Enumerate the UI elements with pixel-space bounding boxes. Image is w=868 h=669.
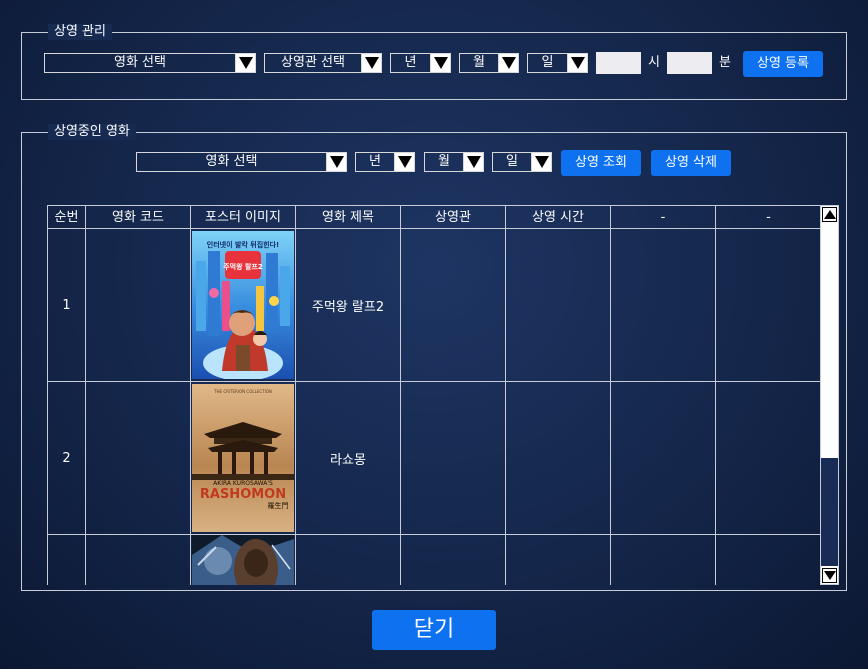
chevron-down-icon [361,54,381,72]
cell-title: 주먹왕 랄프2 [295,228,401,382]
current-day-select-value: 일 [506,154,518,169]
cell-extra-1 [610,534,716,585]
ralph-logo: 주먹왕 랄프2 [223,262,263,271]
cell-title: 라쇼몽 [295,381,401,535]
cell-time [505,534,611,585]
chevron-down-icon [326,153,346,171]
current-movie-select-value: 영화 선택 [205,154,258,169]
cell-no: 1 [47,228,86,382]
chevron-down-icon [235,54,255,72]
chevron-down-icon [567,54,587,72]
scrollbar-track[interactable] [821,458,838,566]
header-theater: 상영관 [400,205,506,229]
close-button[interactable]: 닫기 [372,610,496,650]
cell-extra-1 [610,381,716,535]
header-extra-1: - [610,205,716,229]
cell-no [47,534,86,585]
register-legend: 상영 관리 [48,24,112,40]
cell-theater [400,534,506,585]
cell-code [85,381,191,535]
chevron-down-icon [498,54,518,72]
current-legend: 상영중인 영화 [48,124,136,140]
cell-theater [400,228,506,382]
register-day-select[interactable]: 일 [527,53,588,73]
delete-button[interactable]: 상영 삭제 [651,150,731,176]
screening-table-viewport[interactable]: 순번 영화 코드 포스터 이미지 영화 제목 상영관 상영 시간 - - 1 인… [47,205,821,585]
current-day-select[interactable]: 일 [492,152,552,172]
header-no: 순번 [47,205,86,229]
register-year-select[interactable]: 년 [390,53,451,73]
header-time: 상영 시간 [505,205,611,229]
table-header-row: 순번 영화 코드 포스터 이미지 영화 제목 상영관 상영 시간 - - [47,205,821,229]
cell-title [295,534,401,585]
scroll-down-arrow-icon[interactable] [822,568,837,583]
cell-time [505,228,611,382]
cell-no: 2 [47,381,86,535]
register-minute-input[interactable] [667,52,712,74]
current-movie-select[interactable]: 영화 선택 [136,152,347,172]
cell-poster: 인터넷이 발칵 뒤집힌다! 주먹왕 랄프2 [190,228,296,382]
register-month-select-value: 월 [473,55,485,70]
cell-code [85,228,191,382]
cell-extra-2 [715,228,821,382]
header-title: 영화 제목 [295,205,401,229]
register-day-select-value: 일 [541,55,554,70]
rashomon-kanji: 羅生門 [268,501,289,510]
register-button[interactable]: 상영 등록 [743,51,823,77]
register-hour-input[interactable] [596,52,641,74]
rashomon-top-text: THE CRITERION COLLECTION [213,389,272,394]
register-hour-label: 시 [648,55,660,70]
wreck-it-ralph-2-poster: 인터넷이 발칵 뒤집힌다! 주먹왕 랄프2 [192,231,294,379]
cell-extra-2 [715,381,821,535]
rashomon-poster: THE CRITERION COLLECTION AKIRA KUROSAWA'… [192,384,294,532]
screening-table: 순번 영화 코드 포스터 이미지 영화 제목 상영관 상영 시간 - - 1 인… [47,205,821,585]
chevron-down-icon [463,153,483,171]
cell-extra-2 [715,534,821,585]
rashomon-director-text: AKIRA KUROSAWA'S [213,480,273,487]
cell-extra-1 [610,228,716,382]
rashomon-logo: RASHOMON [200,487,286,502]
glass-poster [192,535,294,585]
current-year-select-value: 년 [369,154,381,169]
header-code: 영화 코드 [85,205,191,229]
chevron-down-icon [394,153,414,171]
table-row[interactable] [47,534,821,585]
table-row[interactable]: 1 인터넷이 발칵 뒤집힌다! 주먹왕 랄프2 주먹왕 랄프2 [47,228,821,382]
cell-time [505,381,611,535]
register-movie-select-value: 영화 선택 [114,55,166,70]
register-minute-label: 분 [719,55,731,70]
chevron-down-icon [430,54,450,72]
register-year-select-value: 년 [404,55,417,70]
table-row[interactable]: 2 THE CRITERION COLLECTION AKIRA KUROSAW… [47,381,821,535]
cell-poster [190,534,296,585]
search-button[interactable]: 상영 조회 [561,150,641,176]
register-month-select[interactable]: 월 [459,53,519,73]
cell-theater [400,381,506,535]
cell-poster: THE CRITERION COLLECTION AKIRA KUROSAWA'… [190,381,296,535]
scrollbar-thumb[interactable] [821,224,838,456]
register-movie-select[interactable]: 영화 선택 [44,53,256,73]
table-scrollbar[interactable] [820,205,839,585]
header-poster: 포스터 이미지 [190,205,296,229]
current-month-select-value: 월 [438,154,450,169]
header-extra-2: - [715,205,821,229]
register-theater-select-value: 상영관 선택 [281,55,345,70]
current-month-select[interactable]: 월 [424,152,484,172]
ralph-tagline: 인터넷이 발칵 뒤집힌다! [207,240,279,249]
register-theater-select[interactable]: 상영관 선택 [264,53,382,73]
chevron-down-icon [531,153,551,171]
cell-code [85,534,191,585]
scroll-up-arrow-icon[interactable] [822,207,837,222]
current-year-select[interactable]: 년 [355,152,415,172]
